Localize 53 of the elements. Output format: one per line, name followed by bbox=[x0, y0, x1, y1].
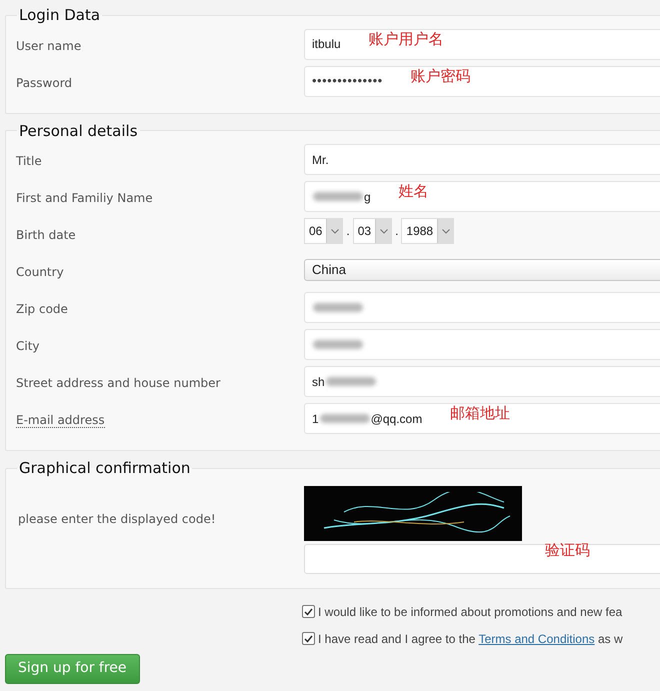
field-label: User name bbox=[16, 38, 82, 52]
date-separator: . bbox=[346, 223, 350, 240]
text-field[interactable] bbox=[304, 329, 660, 360]
field-label: City bbox=[16, 339, 40, 353]
date-select[interactable]: 03 bbox=[352, 218, 392, 244]
annotation-text: 邮箱地址 bbox=[450, 404, 510, 424]
text-field[interactable]: itbulu 账户用户名 bbox=[304, 28, 660, 60]
section-title: Login Data bbox=[18, 5, 102, 26]
blurred-text bbox=[313, 192, 363, 201]
text-field[interactable]: Mr. bbox=[304, 144, 660, 175]
captcha-input[interactable]: 验证码 bbox=[304, 544, 660, 574]
field-label: Title bbox=[16, 154, 42, 168]
chevron-down-icon bbox=[326, 219, 342, 243]
country-select[interactable]: China bbox=[304, 259, 660, 281]
checkbox[interactable] bbox=[302, 605, 315, 618]
agreement-text: I would like to be informed about promotions and new fea bbox=[318, 604, 622, 620]
field-value: @qq.com bbox=[370, 410, 422, 428]
field-value: itbulu bbox=[312, 36, 341, 53]
field-value: •••••••••••••• bbox=[312, 72, 383, 90]
blurred-text bbox=[313, 303, 363, 312]
field-label: E-mail address bbox=[16, 413, 105, 428]
field-value: 1 bbox=[312, 410, 319, 428]
field-label: Password bbox=[16, 76, 72, 90]
date-select[interactable]: 1988 bbox=[401, 218, 454, 244]
blurred-text bbox=[320, 414, 370, 423]
password-field[interactable]: •••••••••••••• 账户密码 bbox=[304, 66, 660, 96]
chevron-down-icon bbox=[437, 219, 454, 243]
text-field[interactable]: 1 @qq.com 邮箱地址 bbox=[304, 403, 660, 434]
field-label: Street address and house number bbox=[16, 376, 220, 390]
blurred-text bbox=[326, 377, 376, 386]
blurred-text bbox=[313, 340, 363, 349]
field-label: please enter the displayed code! bbox=[18, 512, 216, 526]
date-select[interactable]: 06 bbox=[304, 218, 344, 244]
text-field[interactable]: sh bbox=[304, 366, 660, 397]
field-label: Birth date bbox=[16, 228, 76, 242]
field-value: Mr. bbox=[312, 152, 329, 168]
chevron-down-icon bbox=[375, 219, 392, 243]
section-title: Graphical confirmation bbox=[18, 458, 192, 479]
field-label: Zip code bbox=[16, 302, 68, 316]
section-title: Personal details bbox=[18, 120, 139, 142]
field-label: Country bbox=[16, 265, 64, 279]
text-field[interactable]: g 姓名 bbox=[304, 181, 660, 212]
annotation-text: 账户密码 bbox=[410, 66, 471, 87]
field-value: g bbox=[364, 188, 371, 206]
terms-link[interactable]: Terms and Conditions bbox=[478, 632, 595, 646]
checkbox[interactable] bbox=[302, 632, 315, 645]
annotation-text: 姓名 bbox=[398, 182, 429, 202]
field-value: sh bbox=[312, 374, 325, 390]
agreement-text: I have read and I agree to the Terms and Conditions as w bbox=[318, 630, 623, 648]
text-field[interactable] bbox=[304, 292, 660, 323]
field-label: First and Familiy Name bbox=[16, 191, 153, 205]
annotation-text: 账户用户名 bbox=[368, 30, 444, 50]
date-separator: . bbox=[395, 223, 398, 240]
